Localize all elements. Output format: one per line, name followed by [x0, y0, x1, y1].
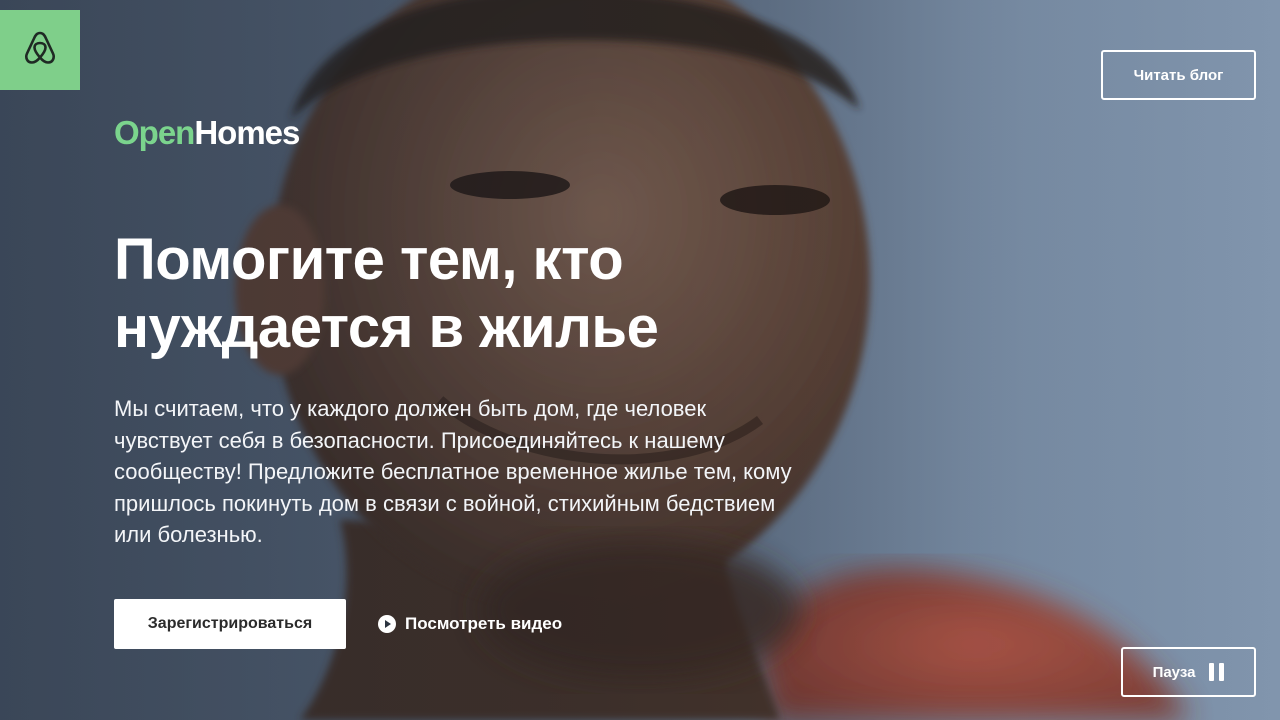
watch-video-link[interactable]: Посмотреть видео: [378, 611, 562, 637]
play-circle-icon: [378, 615, 396, 633]
pause-label: Пауза: [1152, 663, 1196, 681]
pause-icon: [1209, 663, 1225, 681]
hero-headline: Помогите тем, кто нуждается в жилье: [114, 227, 659, 360]
read-blog-button[interactable]: Читать блог: [1101, 50, 1256, 100]
hero-description: Мы считаем, что у каждого должен быть до…: [114, 396, 792, 547]
watch-video-label: Посмотреть видео: [405, 614, 563, 633]
register-button[interactable]: Зарегистрироваться: [114, 599, 346, 649]
wordmark-open: Open: [114, 114, 195, 151]
pause-video-button[interactable]: Пауза: [1121, 647, 1256, 697]
openhomes-wordmark: OpenHomes: [114, 114, 300, 152]
airbnb-belo-icon: [23, 29, 57, 72]
wordmark-homes: Homes: [194, 114, 300, 151]
airbnb-logo-link[interactable]: [0, 10, 80, 90]
